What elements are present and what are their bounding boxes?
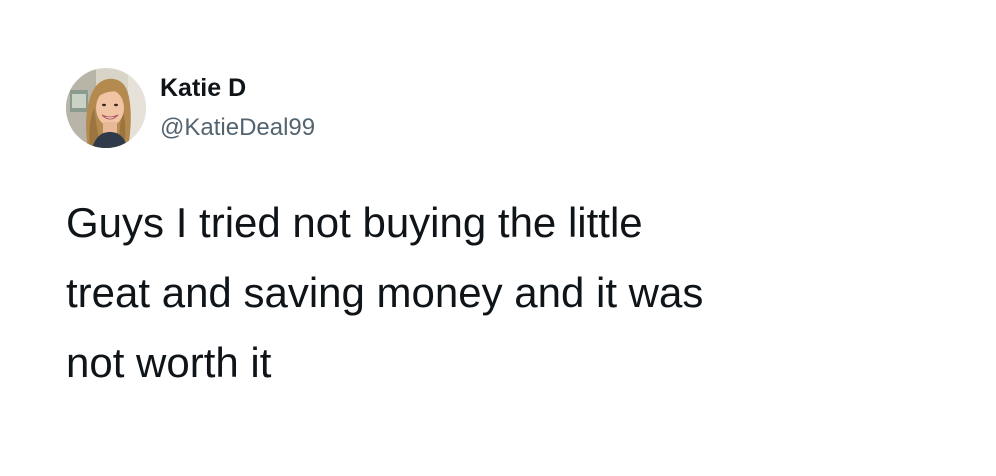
tweet-header: Katie D @KatieDeal99 (66, 68, 315, 148)
tweet-body: Guys I tried not buying the little treat … (66, 188, 946, 398)
avatar-photo-icon (66, 68, 146, 148)
author-names: Katie D @KatieDeal99 (160, 72, 315, 144)
tweet-text-line: treat and saving money and it was (66, 269, 704, 316)
author-handle[interactable]: @KatieDeal99 (160, 112, 315, 144)
avatar[interactable] (66, 68, 146, 148)
tweet-card: Katie D @KatieDeal99 Guys I tried not bu… (0, 0, 996, 476)
tweet-text-line: not worth it (66, 339, 272, 386)
tweet-text-line: Guys I tried not buying the little (66, 199, 643, 246)
author-display-name[interactable]: Katie D (160, 72, 315, 104)
